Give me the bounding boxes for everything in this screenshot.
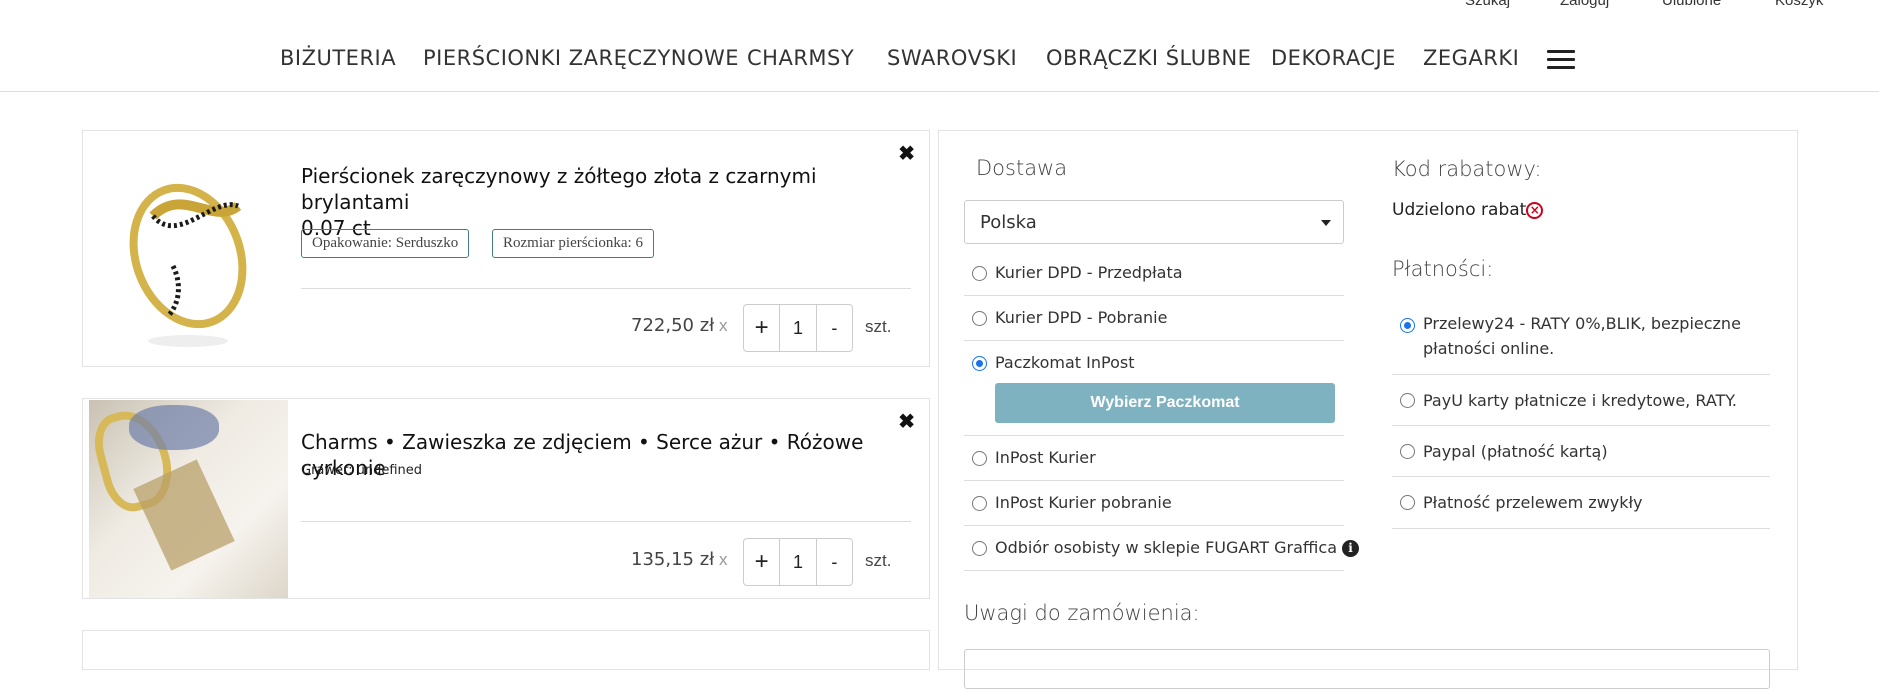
nav-item-pierscionki[interactable]: PIERŚCIONKI ZARĘCZYNOWE xyxy=(423,46,739,70)
divider xyxy=(301,288,911,289)
remove-discount-icon[interactable]: × xyxy=(1526,202,1544,219)
search-link[interactable]: Szukaj xyxy=(1465,0,1510,9)
nav-item-swarovski[interactable]: SWAROVSKI xyxy=(887,46,1017,70)
order-notes-title: Uwagi do zamówienia: xyxy=(964,601,1200,625)
charm-product-image[interactable] xyxy=(89,400,288,598)
payment-option-paypal[interactable]: Paypal (płatność kartą) xyxy=(1392,426,1770,477)
ring-product-image[interactable] xyxy=(113,156,263,356)
shipping-option-dpd-prepaid[interactable]: Kurier DPD - Przedpłata xyxy=(964,251,1344,296)
radio-button[interactable] xyxy=(1400,444,1415,459)
decrease-quantity-button[interactable]: - xyxy=(817,305,852,351)
quantity-value[interactable]: 1 xyxy=(779,305,817,351)
discount-title: Kod rabatowy: xyxy=(1392,157,1542,181)
checkout-panel: Dostawa Polska Kurier DPD - Przedpłata K… xyxy=(938,130,1798,689)
order-notes-field[interactable] xyxy=(964,649,1770,689)
choose-paczkomat-button[interactable]: Wybierz Paczkomat xyxy=(995,383,1335,423)
multiply-sign: x xyxy=(719,550,728,569)
shipping-option-inpost-courier[interactable]: InPost Kurier xyxy=(964,436,1344,481)
radio-button-selected[interactable] xyxy=(1400,318,1415,333)
cart-item xyxy=(82,630,930,670)
favorites-link[interactable]: Ulubione xyxy=(1662,0,1721,9)
shipping-option-inpost-courier-cod[interactable]: InPost Kurier pobranie xyxy=(964,481,1344,526)
country-select[interactable]: Polska xyxy=(964,200,1344,244)
radio-button[interactable] xyxy=(972,541,987,556)
shipping-option-pickup[interactable]: Odbiór osobisty w sklepie FUGART Graffic… xyxy=(964,526,1359,571)
hamburger-menu-icon[interactable] xyxy=(1547,50,1575,72)
discount-status: Udzielono rabat × xyxy=(1392,200,1544,220)
payment-option-payu[interactable]: PayU karty płatnicze i kredytowe, RATY. xyxy=(1392,375,1770,426)
chevron-down-icon xyxy=(1321,220,1331,226)
shipping-option-dpd-cod[interactable]: Kurier DPD - Pobranie xyxy=(964,296,1344,341)
engraving-text: Grawer: undefined xyxy=(301,463,423,478)
item-price: 135,15 zł xyxy=(631,549,715,570)
radio-button[interactable] xyxy=(972,266,987,281)
increase-quantity-button[interactable]: + xyxy=(744,539,779,585)
nav-item-charmsy[interactable]: CHARMSY xyxy=(747,46,854,70)
payment-title: Płatności: xyxy=(1392,257,1494,281)
cart-item: ✖ Pierścionek zaręczynowy z żółtego złot… xyxy=(82,130,930,367)
top-utility-bar: Szukaj Zaloguj Ulubione Koszyk xyxy=(0,0,1879,12)
cart-link[interactable]: Koszyk xyxy=(1775,0,1823,9)
info-icon[interactable]: i xyxy=(1342,540,1359,557)
quantity-unit: szt. xyxy=(865,317,892,336)
decrease-quantity-button[interactable]: - xyxy=(817,539,852,585)
nav-item-dekoracje[interactable]: DEKORACJE xyxy=(1271,46,1396,70)
quantity-unit: szt. xyxy=(865,551,892,570)
multiply-sign: x xyxy=(719,316,728,335)
item-price: 722,50 zł xyxy=(631,315,715,336)
radio-button[interactable] xyxy=(1400,495,1415,510)
login-link[interactable]: Zaloguj xyxy=(1560,0,1609,9)
radio-button[interactable] xyxy=(972,451,987,466)
radio-button[interactable] xyxy=(1400,393,1415,408)
radio-button[interactable] xyxy=(972,496,987,511)
country-select-value: Polska xyxy=(980,212,1037,233)
payment-option-przelewy24[interactable]: Przelewy24 - RATY 0%,BLIK, bezpieczne pła… xyxy=(1392,301,1770,375)
quantity-stepper[interactable]: + 1 - xyxy=(743,538,853,586)
nav-item-bizuteria[interactable]: BIŻUTERIA xyxy=(280,46,396,70)
payment-option-bank-transfer[interactable]: Płatność przelewem zwykły xyxy=(1392,477,1770,529)
shipping-title: Dostawa xyxy=(976,156,1068,180)
quantity-stepper[interactable]: + 1 - xyxy=(743,304,853,352)
divider xyxy=(301,521,911,522)
increase-quantity-button[interactable]: + xyxy=(744,305,779,351)
main-navigation: BIŻUTERIA PIERŚCIONKI ZARĘCZYNOWE CHARMS… xyxy=(0,30,1879,92)
nav-item-zegarki[interactable]: ZEGARKI xyxy=(1423,46,1519,70)
cart-item: ✖ Charms • Zawieszka ze zdjęciem • Serce… xyxy=(82,398,930,599)
option-tag-ring-size: Rozmiar pierścionka: 6 xyxy=(492,229,654,258)
radio-button[interactable] xyxy=(972,311,987,326)
nav-item-obraczki[interactable]: OBRĄCZKI ŚLUBNE xyxy=(1046,46,1251,70)
radio-button-selected[interactable] xyxy=(972,356,987,371)
quantity-value[interactable]: 1 xyxy=(779,539,817,585)
option-tag-packaging: Opakowanie: Serduszko xyxy=(301,229,470,258)
